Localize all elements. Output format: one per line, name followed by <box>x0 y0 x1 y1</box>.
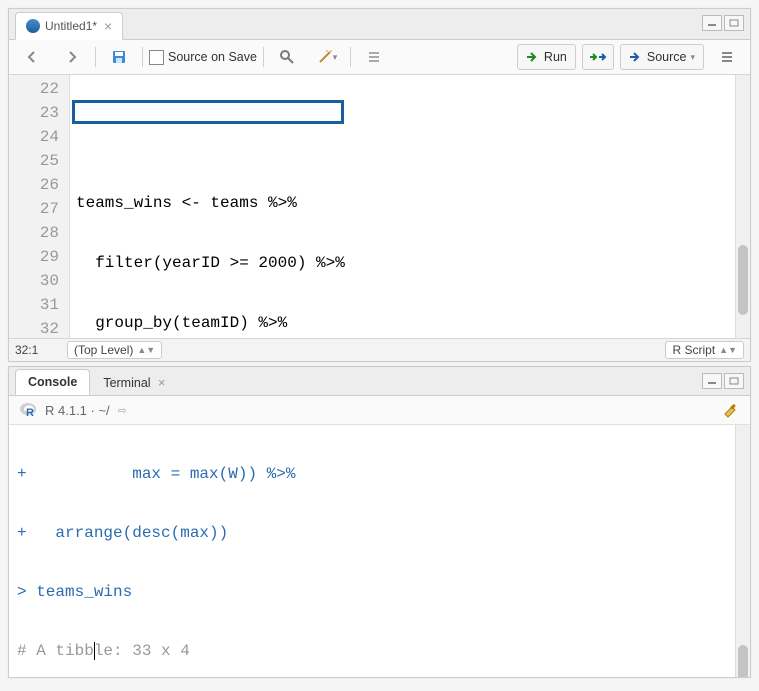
rerun-button[interactable] <box>582 44 614 70</box>
maximize-pane-icon[interactable] <box>724 15 744 31</box>
back-icon[interactable] <box>15 45 49 69</box>
clear-console-icon[interactable] <box>722 400 740 421</box>
r-logo-icon: R <box>19 401 37 419</box>
find-icon[interactable] <box>270 45 304 69</box>
line-gutter: 22 23 24 25 26 27 28 29 30 31 32 <box>9 75 70 338</box>
rerun-icon <box>589 51 607 63</box>
r-version: R 4.1.1 · ~/ <box>45 403 110 418</box>
pane-window-controls <box>702 373 744 389</box>
editor-statusbar: 32:1 (Top Level) ▲▼ R Script ▲▼ <box>9 338 750 361</box>
console-scrollbar[interactable] <box>735 425 750 677</box>
console-output[interactable]: + max = max(W)) %>% + arrange(desc(max))… <box>9 425 735 677</box>
editor-toolbar: Source on Save ▾ Run <box>9 40 750 75</box>
console-tabbar: Console Terminal × <box>9 367 750 396</box>
checkbox-icon <box>149 50 164 65</box>
editor-area: 22 23 24 25 26 27 28 29 30 31 32 teams_w… <box>9 75 750 338</box>
maximize-pane-icon[interactable] <box>724 373 744 389</box>
pane-window-controls <box>702 15 744 31</box>
source-pane: Untitled1* × Source on Save <box>8 8 751 362</box>
console-pane: Console Terminal × R R 4.1.1 · ~/ ⇨ <box>8 366 751 678</box>
text-cursor-icon <box>94 642 95 660</box>
language-selector[interactable]: R Script ▲▼ <box>665 341 744 359</box>
chevron-icon[interactable]: ⇨ <box>118 404 127 417</box>
r-file-icon <box>26 19 40 33</box>
forward-icon[interactable] <box>55 45 89 69</box>
save-icon[interactable] <box>102 45 136 69</box>
code-line: teams_wins <- teams %>% <box>70 191 735 215</box>
editor-tab-untitled1[interactable]: Untitled1* × <box>15 12 123 40</box>
console-line: + arrange(desc(max)) <box>17 524 727 547</box>
code-line <box>70 131 735 155</box>
console-line: # A tibble: 33 x 4 <box>17 642 727 665</box>
close-tab-icon[interactable]: × <box>158 376 165 390</box>
run-button[interactable]: Run <box>517 44 576 70</box>
console-header: R R 4.1.1 · ~/ ⇨ <box>9 396 750 425</box>
source-arrow-icon <box>629 51 643 63</box>
scope-selector[interactable]: (Top Level) ▲▼ <box>67 341 162 359</box>
code-editor[interactable]: teams_wins <- teams %>% filter(yearID >=… <box>70 75 735 338</box>
scrollbar-thumb[interactable] <box>738 645 748 677</box>
updown-icon: ▲▼ <box>137 345 155 355</box>
source-label: Source <box>647 50 687 64</box>
source-on-save-toggle[interactable]: Source on Save <box>149 50 257 65</box>
minimize-pane-icon[interactable] <box>702 15 722 31</box>
console-line: + max = max(W)) %>% <box>17 465 727 488</box>
cursor-position: 32:1 <box>15 343 67 357</box>
code-line: filter(yearID >= 2000) %>% <box>70 251 735 275</box>
run-arrow-icon <box>526 51 540 63</box>
svg-text:R: R <box>26 407 34 419</box>
close-tab-icon[interactable]: × <box>104 18 112 34</box>
scrollbar-thumb[interactable] <box>738 245 748 315</box>
highlight-box <box>72 100 344 124</box>
outline-icon[interactable] <box>357 45 391 69</box>
tab-terminal[interactable]: Terminal × <box>90 370 178 395</box>
source-button[interactable]: Source ▾ <box>620 44 704 70</box>
wand-icon[interactable]: ▾ <box>310 45 344 69</box>
updown-icon: ▲▼ <box>719 345 737 355</box>
console-line: > teams_wins <box>17 583 727 606</box>
editor-scrollbar[interactable] <box>735 75 750 338</box>
editor-tab-title: Untitled1* <box>45 19 97 33</box>
doc-outline-icon[interactable] <box>710 45 744 69</box>
source-on-save-label: Source on Save <box>168 50 257 64</box>
editor-tabbar: Untitled1* × <box>9 9 750 40</box>
code-line: group_by(teamID) %>% <box>70 311 735 335</box>
minimize-pane-icon[interactable] <box>702 373 722 389</box>
tab-console[interactable]: Console <box>15 369 90 395</box>
run-label: Run <box>544 50 567 64</box>
